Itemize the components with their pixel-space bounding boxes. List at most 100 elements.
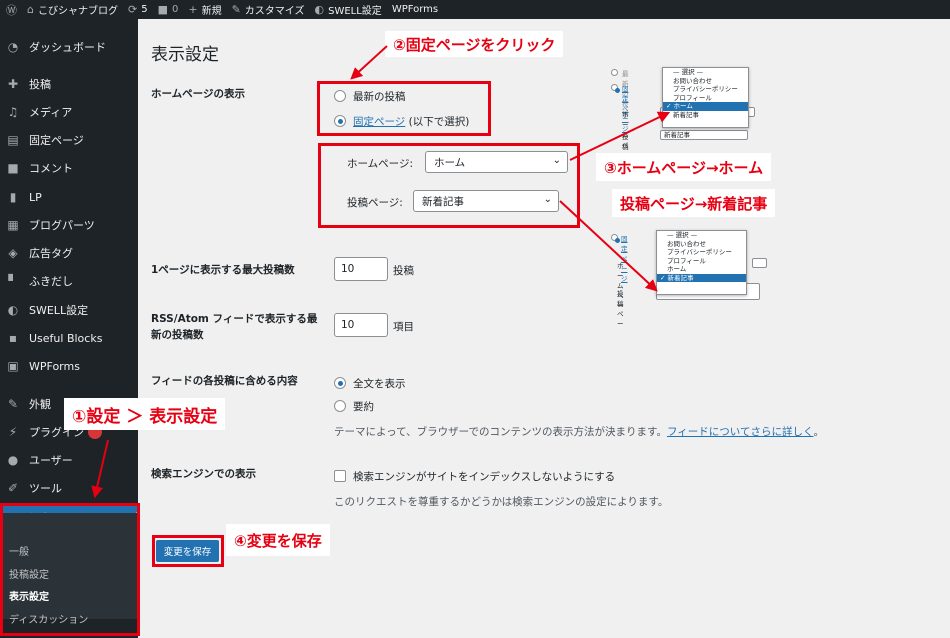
- thumb2-posts-options: — 選択 — お問い合わせ プライバシーポリシー プロフィール ホーム ✓ 新着…: [656, 230, 747, 295]
- sidebar-item-label: コメント: [29, 162, 73, 175]
- thumb-option: プライバシーポリシー: [673, 85, 738, 93]
- discourage-search-checkbox[interactable]: [334, 470, 346, 482]
- sidebar-item-users[interactable]: ● ユーザー: [0, 446, 138, 474]
- rss-label: RSS/Atom フィードで表示する最新の投稿数: [151, 313, 318, 341]
- wordpress-icon: Ⓦ: [6, 3, 17, 17]
- sidebar-item-label: ダッシュボード: [29, 41, 106, 54]
- form-icon: ▣: [7, 359, 19, 373]
- sidebar-item-dashboard[interactable]: ◔ ダッシュボード: [0, 33, 138, 61]
- brush-icon: ✎: [7, 397, 19, 411]
- thumb2-option: プライバシーポリシー: [667, 248, 732, 256]
- annotation-step4: ④変更を保存: [226, 524, 330, 556]
- user-icon: ●: [7, 453, 19, 467]
- annotation-step3b: 投稿ページ→新着記事: [612, 189, 776, 217]
- thumb-option: 新着記事: [673, 110, 699, 119]
- new-content-link[interactable]: + 新規: [188, 2, 221, 17]
- wpforms-link[interactable]: WPForms: [392, 4, 438, 15]
- swell-icon: ◐: [314, 3, 325, 16]
- sidebar-item-label: ツール: [29, 482, 62, 495]
- document-icon: ▮: [9, 190, 17, 204]
- search-description: このリクエストを尊重するかどうかは検索エンジンの設定によります。: [334, 496, 669, 508]
- sidebar-item-tools[interactable]: ✐ ツール: [0, 474, 138, 502]
- new-label: 新規: [201, 6, 222, 17]
- annotation-step3a: ③ホームページ→ホーム: [596, 153, 772, 181]
- sidebar-item-label: 投稿: [29, 78, 51, 91]
- page-icon: ▤: [7, 133, 19, 147]
- sidebar-item-label: 広告タグ: [29, 247, 73, 260]
- thumb-radio-static: [611, 84, 620, 93]
- annotation-box-settings-menu: [0, 503, 140, 636]
- thumb2-option: プロフィール: [667, 256, 706, 265]
- thumb2-radio-static: [611, 234, 620, 243]
- thumb2-option: お問い合わせ: [667, 239, 706, 248]
- radio-summary-label: 要約: [353, 401, 374, 413]
- feed-desc-text: テーマによって、ブラウザーでのコンテンツの表示方法が決まります。: [334, 426, 667, 438]
- sidebar-item-pages[interactable]: ▤ 固定ページ: [0, 126, 138, 154]
- sidebar-item-label: LP: [29, 190, 42, 204]
- comments-link[interactable]: ■ 0: [158, 3, 179, 16]
- radio-full-text[interactable]: [334, 377, 346, 389]
- thumb-option: — 選択 —: [673, 68, 704, 76]
- sidebar-item-wpforms[interactable]: ▣ WPForms: [0, 352, 138, 380]
- feed-learn-more-link[interactable]: フィードについてさらに詳しく: [667, 426, 813, 438]
- thumb-radio-latest: [611, 69, 618, 76]
- blocks-icon: ▪: [8, 331, 18, 345]
- thumb-option: お問い合わせ: [673, 76, 712, 85]
- homepage-display-label: ホームページの表示: [151, 88, 245, 100]
- wrench-icon: ✐: [7, 481, 19, 495]
- customize-label: カスタマイズ: [244, 6, 305, 17]
- sidebar-item-media[interactable]: ♫ メディア: [0, 98, 138, 126]
- wordpress-logo[interactable]: Ⓦ: [6, 2, 17, 18]
- swell-label: SWELL設定: [328, 6, 382, 17]
- sidebar-item-blog-parts[interactable]: ▦ ブログパーツ: [0, 211, 138, 239]
- pin-icon: ✚: [7, 77, 19, 91]
- thumb2-option-selected: ✓ 新着記事: [657, 273, 746, 282]
- radio-summary[interactable]: [334, 400, 346, 412]
- feed-description: テーマによって、ブラウザーでのコンテンツの表示方法が決まります。フィードについて…: [334, 424, 824, 439]
- admin-bar: Ⓦ ⌂ こびシャナブログ ⟳ 5 ■ 0 + 新規 ✎ カスタマイズ ◐ SWELL設定 W…: [0, 0, 950, 19]
- megaphone-icon: ◈: [8, 246, 18, 260]
- max-posts-input[interactable]: 10: [334, 257, 388, 281]
- thumb-option: プロフィール: [673, 93, 712, 102]
- sidebar-item-label: WPForms: [29, 359, 80, 373]
- thumb-option-selected: ✓ ホーム: [663, 102, 748, 111]
- page-title: 表示設定: [151, 45, 219, 65]
- thumb2-pp-label: 投稿ペー: [617, 290, 624, 328]
- thumb2-option: — 選択 —: [667, 231, 698, 239]
- max-posts-unit: 投稿: [393, 265, 414, 277]
- sidebar-item-label: 外観: [29, 398, 51, 411]
- sidebar-item-label: メディア: [29, 106, 73, 119]
- swell-icon: ◐: [7, 303, 19, 317]
- sidebar-item-lp[interactable]: ▮ LP: [0, 183, 138, 211]
- sidebar-item-posts[interactable]: ✚ 投稿: [0, 70, 138, 98]
- plus-icon: +: [188, 3, 198, 16]
- radio-full-text-label: 全文を表示: [353, 378, 406, 390]
- sidebar-item-label: ふきだし: [29, 275, 73, 288]
- thumb-pp-value: 新着記事: [664, 131, 690, 139]
- annotation-box-static-page: [317, 81, 491, 136]
- thumb2-option: ホーム: [667, 265, 687, 273]
- sidebar-item-comments[interactable]: ■ コメント: [0, 154, 138, 182]
- plugin-icon: ⚡: [8, 425, 18, 439]
- comments-count: 0: [171, 4, 179, 15]
- updates-link[interactable]: ⟳ 5: [128, 3, 148, 16]
- updates-count: 5: [141, 4, 148, 15]
- search-visibility-label: 検索エンジンでの表示: [151, 468, 256, 480]
- sidebar-item-balloons[interactable]: ▘ ふきだし: [0, 267, 138, 295]
- rss-count-input[interactable]: 10: [334, 313, 388, 337]
- speech-icon: ▘: [8, 274, 18, 288]
- comment-icon: ■: [7, 161, 19, 175]
- brush-icon: ✎: [231, 3, 241, 16]
- sidebar-item-useful-blocks[interactable]: ▪ Useful Blocks: [0, 324, 138, 352]
- sidebar-item-swell[interactable]: ◐ SWELL設定: [0, 296, 138, 324]
- swell-link[interactable]: ◐ SWELL設定: [315, 2, 382, 17]
- sidebar-item-label: 固定ページ: [29, 134, 84, 147]
- site-name-link[interactable]: ⌂ こびシャナブログ: [27, 2, 118, 17]
- home-icon: ⌂: [27, 3, 34, 16]
- comment-bubble-icon: ■: [157, 3, 168, 16]
- sidebar-item-label: SWELL設定: [29, 304, 89, 317]
- customize-link[interactable]: ✎ カスタマイズ: [232, 2, 305, 17]
- discourage-search-label: 検索エンジンがサイトをインデックスしないようにする: [353, 471, 616, 483]
- sidebar-item-ad-tags[interactable]: ◈ 広告タグ: [0, 239, 138, 267]
- sidebar-item-label: Useful Blocks: [29, 331, 103, 345]
